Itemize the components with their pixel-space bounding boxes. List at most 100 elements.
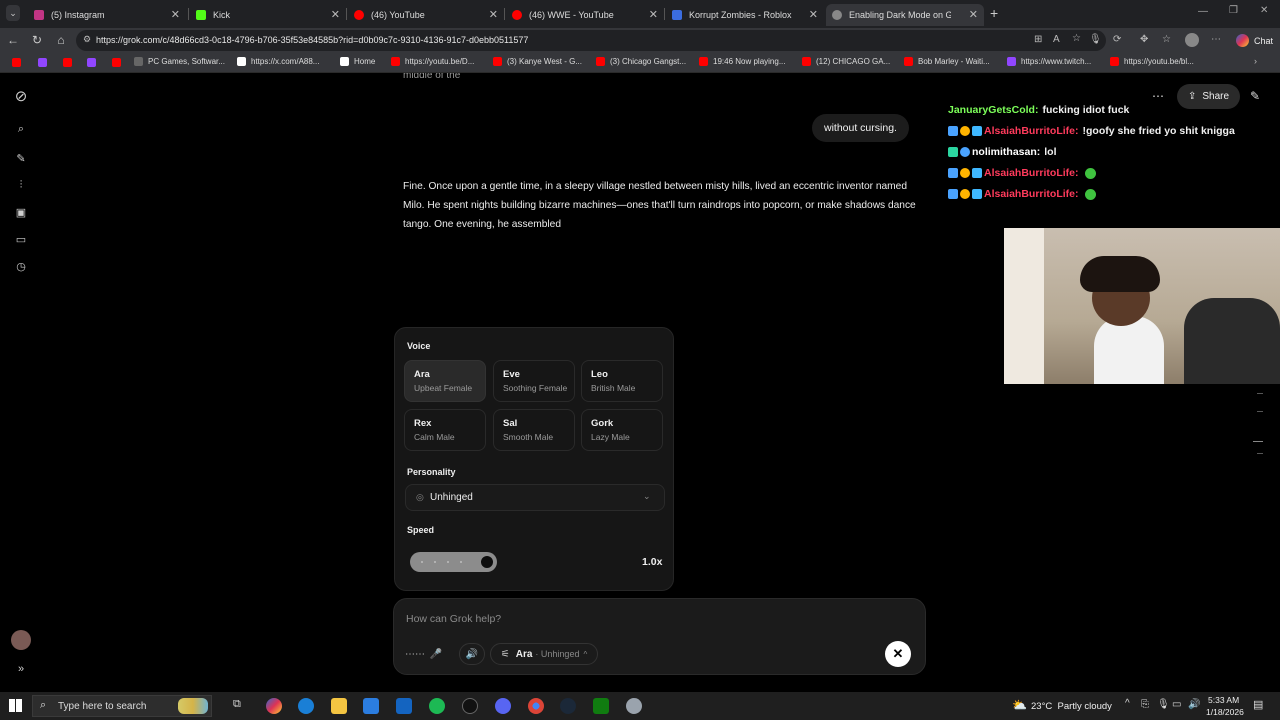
chevron-up-icon[interactable]: ^ — [1125, 698, 1130, 709]
microphone-icon[interactable]: 🎙 — [1157, 699, 1170, 710]
expand-sidebar-icon[interactable]: » — [13, 663, 29, 675]
tab-kick[interactable]: Kick ✕ — [190, 4, 346, 26]
twitch-bookmark-icon[interactable] — [38, 58, 47, 67]
speed-slider-thumb[interactable] — [479, 554, 495, 570]
edge-app-icon[interactable] — [298, 698, 314, 714]
copilot-app-icon[interactable] — [266, 698, 282, 714]
clock-time[interactable]: 5:33 AM — [1208, 695, 1239, 705]
voice-option-ara[interactable]: Ara Upbeat Female — [404, 360, 486, 402]
steam-app-icon[interactable] — [560, 698, 576, 714]
youtube-bookmark-icon[interactable] — [63, 58, 72, 67]
extensions-icon[interactable]: ⟳ — [1113, 34, 1121, 45]
minimize-icon[interactable]: — — [1198, 6, 1208, 17]
close-tab-icon[interactable]: ✕ — [809, 8, 818, 21]
bookmark-item[interactable]: (3) Chicago Gangst... — [596, 57, 686, 66]
back-icon[interactable]: ← — [5, 33, 21, 47]
close-tab-icon[interactable]: ✕ — [649, 8, 658, 21]
microphone-icon[interactable]: 🎙 — [1089, 34, 1102, 45]
new-chat-icon[interactable]: ✎ — [13, 152, 29, 165]
copilot-chat-button[interactable]: Chat — [1232, 31, 1278, 50]
voice-option-leo[interactable]: Leo British Male — [581, 360, 663, 402]
windows-start-icon[interactable] — [9, 699, 22, 712]
edit-icon[interactable]: ✎ — [1250, 89, 1260, 103]
projects-icon[interactable]: ▭ — [13, 233, 29, 246]
menu-dots-icon[interactable]: ⋯ — [1211, 34, 1221, 45]
youtube-bookmark-icon[interactable] — [12, 58, 21, 67]
spotify-app-icon[interactable] — [429, 698, 445, 714]
close-tab-icon[interactable]: ✕ — [489, 8, 498, 21]
meet-now-icon[interactable]: ⎘ — [1141, 699, 1149, 710]
tab-youtube[interactable]: (46) YouTube ✕ — [348, 4, 504, 26]
network-icon[interactable]: ▭ — [1172, 699, 1181, 710]
weather-text[interactable]: 23°C Partly cloudy — [1031, 701, 1112, 712]
media-app-icon[interactable] — [462, 698, 478, 714]
file-explorer-icon[interactable] — [331, 698, 347, 714]
close-window-icon[interactable]: ✕ — [1260, 5, 1268, 16]
twitch-bookmark-icon[interactable] — [87, 58, 96, 67]
voice-icon[interactable]: ⫶ — [13, 179, 29, 192]
microphone-icon[interactable]: 🎤 — [427, 643, 445, 665]
app-icon[interactable] — [626, 698, 642, 714]
store-app-icon[interactable] — [363, 698, 379, 714]
xbox-app-icon[interactable] — [593, 698, 609, 714]
weather-icon[interactable]: ⛅ — [1012, 698, 1027, 712]
voice-option-sal[interactable]: Sal Smooth Male — [493, 409, 575, 451]
close-tab-icon[interactable]: ✕ — [969, 8, 978, 21]
imagine-icon[interactable]: ▣ — [13, 206, 29, 219]
close-tab-icon[interactable]: ✕ — [331, 8, 340, 21]
install-app-icon[interactable]: ⊞ — [1034, 34, 1042, 45]
personality-select[interactable]: ◎ Unhinged ⌄ — [405, 484, 665, 511]
message-input[interactable]: How can Grok help? — [406, 613, 501, 625]
tab-grok-active[interactable]: Enabling Dark Mode on Grok ✕ — [826, 4, 984, 26]
translate-icon[interactable]: A — [1053, 34, 1060, 45]
taskbar-search[interactable]: ⌕ Type here to search — [32, 695, 212, 717]
history-icon[interactable]: ◷ — [13, 260, 29, 273]
voice-option-rex[interactable]: Rex Calm Male — [404, 409, 486, 451]
speaker-icon[interactable]: 🔊 — [459, 643, 485, 665]
task-view-icon[interactable]: ⧉ — [233, 698, 241, 711]
bookmark-item[interactable]: PC Games, Softwar... — [134, 57, 225, 66]
bookmark-item[interactable]: (3) Kanye West - G... — [493, 57, 582, 66]
share-button[interactable]: ⇪ Share — [1177, 84, 1240, 109]
close-icon[interactable]: ✕ — [885, 641, 911, 667]
new-tab-icon[interactable]: + — [990, 5, 998, 21]
bookmark-item[interactable]: https://youtu.be/bl... — [1110, 57, 1194, 66]
address-bar[interactable]: ⚙ https://grok.com/c/48d66cd3-0c18-4796-… — [76, 30, 1106, 51]
grok-logo-icon[interactable]: ⊘ — [13, 87, 29, 105]
favorites-icon[interactable]: ☆ — [1162, 34, 1171, 45]
puzzle-icon[interactable]: ✥ — [1140, 34, 1148, 45]
home-icon[interactable]: ⌂ — [53, 33, 69, 47]
bookmark-item[interactable]: https://youtu.be/D... — [391, 57, 474, 66]
chevron-right-icon[interactable]: › — [1254, 56, 1257, 66]
tab-instagram[interactable]: (5) Instagram ✕ — [28, 4, 186, 26]
bookmark-item[interactable]: 19:46 Now playing... — [699, 57, 786, 66]
tab-wwe-youtube[interactable]: (46) WWE - YouTube ✕ — [506, 4, 664, 26]
site-info-icon[interactable]: ⚙ — [83, 34, 91, 45]
profile-avatar-icon[interactable] — [1185, 33, 1199, 47]
volume-icon[interactable]: 🔊 — [1188, 699, 1200, 710]
bookmark-star-icon[interactable]: ☆ — [1072, 33, 1081, 44]
voice-option-gork[interactable]: Gork Lazy Male — [581, 409, 663, 451]
bookmark-item[interactable]: Home — [340, 57, 375, 66]
chrome-app-icon[interactable] — [528, 698, 544, 714]
clock-date[interactable]: 1/18/2026 — [1206, 707, 1244, 717]
voice-selector-button[interactable]: ⚟ Ara · Unhinged ^ — [490, 643, 598, 665]
outlook-app-icon[interactable] — [396, 698, 412, 714]
more-options-icon[interactable]: ⋯ — [1152, 89, 1164, 103]
close-tab-icon[interactable]: ✕ — [171, 8, 180, 21]
notifications-icon[interactable]: ▤ — [1253, 698, 1263, 711]
search-icon[interactable]: ⌕ — [13, 123, 29, 136]
discord-app-icon[interactable] — [495, 698, 511, 714]
maximize-icon[interactable]: ❐ — [1229, 5, 1238, 16]
bookmark-item[interactable]: https://www.twitch... — [1007, 57, 1091, 66]
bookmark-item[interactable]: (12) CHICAGO GA... — [802, 57, 890, 66]
bookmark-item[interactable]: Bob Marley - Waiti... — [904, 57, 990, 66]
voice-option-eve[interactable]: Eve Soothing Female — [493, 360, 575, 402]
tab-search-dropdown-icon[interactable]: ⌄ — [6, 5, 20, 21]
voice-wave-icon[interactable]: ⋯⋯ — [404, 643, 426, 665]
avatar[interactable] — [11, 630, 31, 650]
youtube-bookmark-icon[interactable] — [112, 58, 121, 67]
bookmark-item[interactable]: https://x.com/A88... — [237, 57, 319, 66]
tab-roblox[interactable]: Korrupt Zombies - Roblox ✕ — [666, 4, 824, 26]
reload-icon[interactable]: ↻ — [29, 33, 45, 47]
